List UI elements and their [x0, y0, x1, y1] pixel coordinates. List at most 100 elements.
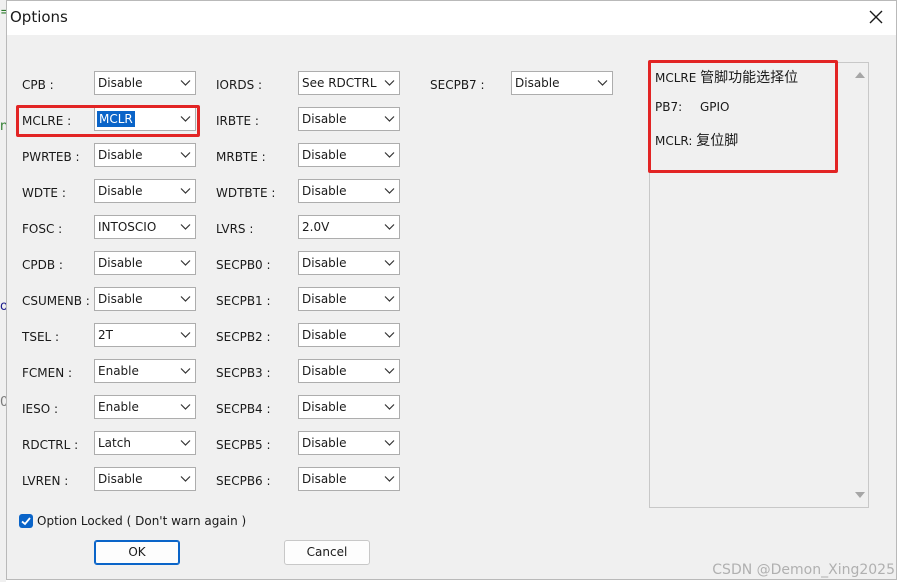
- cancel-button[interactable]: Cancel: [284, 540, 370, 565]
- secpb5-selected-value: Disable: [302, 436, 347, 450]
- secpb4-selected-value: Disable: [302, 400, 347, 414]
- ieso-select[interactable]: Enable: [94, 395, 196, 419]
- wdte-selected-value: Disable: [98, 184, 143, 198]
- secpb6-label: SECPB6 :: [216, 474, 271, 488]
- secpb2-select[interactable]: Disable: [298, 323, 400, 347]
- ieso-selected-value: Enable: [98, 400, 139, 414]
- chevron-down-icon: [180, 440, 191, 446]
- chevron-down-icon: [180, 224, 191, 230]
- checkbox-checked-icon[interactable]: [19, 514, 33, 528]
- chevron-down-icon: [180, 152, 191, 158]
- rdctrl-selected-value: Latch: [98, 436, 131, 450]
- chevron-down-icon: [384, 188, 395, 194]
- mrbte-selected-value: Disable: [302, 148, 347, 162]
- fcmen-label: FCMEN :: [22, 366, 73, 380]
- tsel-select[interactable]: 2T: [94, 323, 196, 347]
- secpb6-select[interactable]: Disable: [298, 467, 400, 491]
- secpb7-selected-value: Disable: [515, 76, 560, 90]
- cpb-select[interactable]: Disable: [94, 71, 196, 95]
- fosc-select[interactable]: INTOSCIO: [94, 215, 196, 239]
- description-scrollbar[interactable]: [851, 63, 868, 507]
- chevron-down-icon: [384, 296, 395, 302]
- irbte-select[interactable]: Disable: [298, 107, 400, 131]
- rdctrl-label: RDCTRL :: [22, 438, 79, 452]
- lvrs-select[interactable]: 2.0V: [298, 215, 400, 239]
- chevron-down-icon: [384, 152, 395, 158]
- mrbte-select[interactable]: Disable: [298, 143, 400, 167]
- chevron-down-icon: [180, 404, 191, 410]
- secpb5-select[interactable]: Disable: [298, 431, 400, 455]
- lvrs-label: LVRS :: [216, 222, 254, 236]
- iords-select[interactable]: See RDCTRL: [298, 71, 400, 95]
- title-bar: Options: [7, 1, 896, 35]
- secpb5-label: SECPB5 :: [216, 438, 271, 452]
- lvren-selected-value: Disable: [98, 472, 143, 486]
- fosc-selected-value: INTOSCIO: [98, 220, 157, 234]
- chevron-down-icon: [180, 188, 191, 194]
- scroll-up-icon[interactable]: [855, 71, 865, 78]
- csumenb-select[interactable]: Disable: [94, 287, 196, 311]
- dialog-title: Options: [10, 8, 68, 26]
- wdtbte-label: WDTBTE :: [216, 186, 276, 200]
- scroll-down-icon[interactable]: [855, 492, 865, 499]
- iords-selected-value: See RDCTRL: [302, 76, 377, 90]
- secpb6-selected-value: Disable: [302, 472, 347, 486]
- csumenb-selected-value: Disable: [98, 292, 143, 306]
- chevron-down-icon: [384, 404, 395, 410]
- secpb2-selected-value: Disable: [302, 328, 347, 342]
- csumenb-label: CSUMENB :: [22, 294, 90, 308]
- wdtbte-select[interactable]: Disable: [298, 179, 400, 203]
- lvren-label: LVREN :: [22, 474, 69, 488]
- chevron-down-icon: [384, 368, 395, 374]
- fosc-label: FOSC :: [22, 222, 63, 236]
- secpb0-select[interactable]: Disable: [298, 251, 400, 275]
- cpdb-label: CPDB :: [22, 258, 63, 272]
- option-locked-label: Option Locked ( Don't warn again ): [37, 514, 247, 528]
- secpb4-select[interactable]: Disable: [298, 395, 400, 419]
- chevron-down-icon: [180, 260, 191, 266]
- cpb-selected-value: Disable: [98, 76, 143, 90]
- secpb7-label: SECPB7 :: [430, 78, 485, 92]
- description-highlight-box: [648, 60, 838, 173]
- secpb1-select[interactable]: Disable: [298, 287, 400, 311]
- rdctrl-select[interactable]: Latch: [94, 431, 196, 455]
- ieso-label: IESO :: [22, 402, 59, 416]
- wdte-label: WDTE :: [22, 186, 66, 200]
- secpb0-selected-value: Disable: [302, 256, 347, 270]
- wdte-select[interactable]: Disable: [94, 179, 196, 203]
- cpdb-select[interactable]: Disable: [94, 251, 196, 275]
- secpb3-selected-value: Disable: [302, 364, 347, 378]
- chevron-down-icon: [384, 116, 395, 122]
- chevron-down-icon: [384, 440, 395, 446]
- close-button[interactable]: [864, 5, 888, 29]
- chevron-down-icon: [180, 296, 191, 302]
- tsel-selected-value: 2T: [98, 328, 113, 342]
- chevron-down-icon: [384, 332, 395, 338]
- pwrteb-label: PWRTEB :: [22, 150, 80, 164]
- lvren-select[interactable]: Disable: [94, 467, 196, 491]
- fcmen-select[interactable]: Enable: [94, 359, 196, 383]
- pwrteb-select[interactable]: Disable: [94, 143, 196, 167]
- wdtbte-selected-value: Disable: [302, 184, 347, 198]
- irbte-selected-value: Disable: [302, 112, 347, 126]
- mrbte-label: MRBTE :: [216, 150, 266, 164]
- iords-label: IORDS :: [216, 78, 263, 92]
- cpb-label: CPB :: [22, 78, 54, 92]
- secpb2-label: SECPB2 :: [216, 330, 271, 344]
- secpb3-select[interactable]: Disable: [298, 359, 400, 383]
- chevron-down-icon: [180, 476, 191, 482]
- ok-button[interactable]: OK: [94, 540, 180, 565]
- chevron-down-icon: [384, 224, 395, 230]
- tsel-label: TSEL :: [22, 330, 60, 344]
- chevron-down-icon: [597, 80, 608, 86]
- watermark: CSDN @Demon_Xing2025: [712, 562, 895, 578]
- options-dialog: Options CPB : Disable MCLRE : MCLR PWRTEB :D…: [6, 0, 897, 580]
- mclre-highlight-box: [16, 105, 200, 137]
- chevron-down-icon: [180, 332, 191, 338]
- secpb7-select[interactable]: Disable: [511, 71, 613, 95]
- chevron-down-icon: [384, 260, 395, 266]
- secpb1-selected-value: Disable: [302, 292, 347, 306]
- irbte-label: IRBTE :: [216, 114, 259, 128]
- fcmen-selected-value: Enable: [98, 364, 139, 378]
- cpdb-selected-value: Disable: [98, 256, 143, 270]
